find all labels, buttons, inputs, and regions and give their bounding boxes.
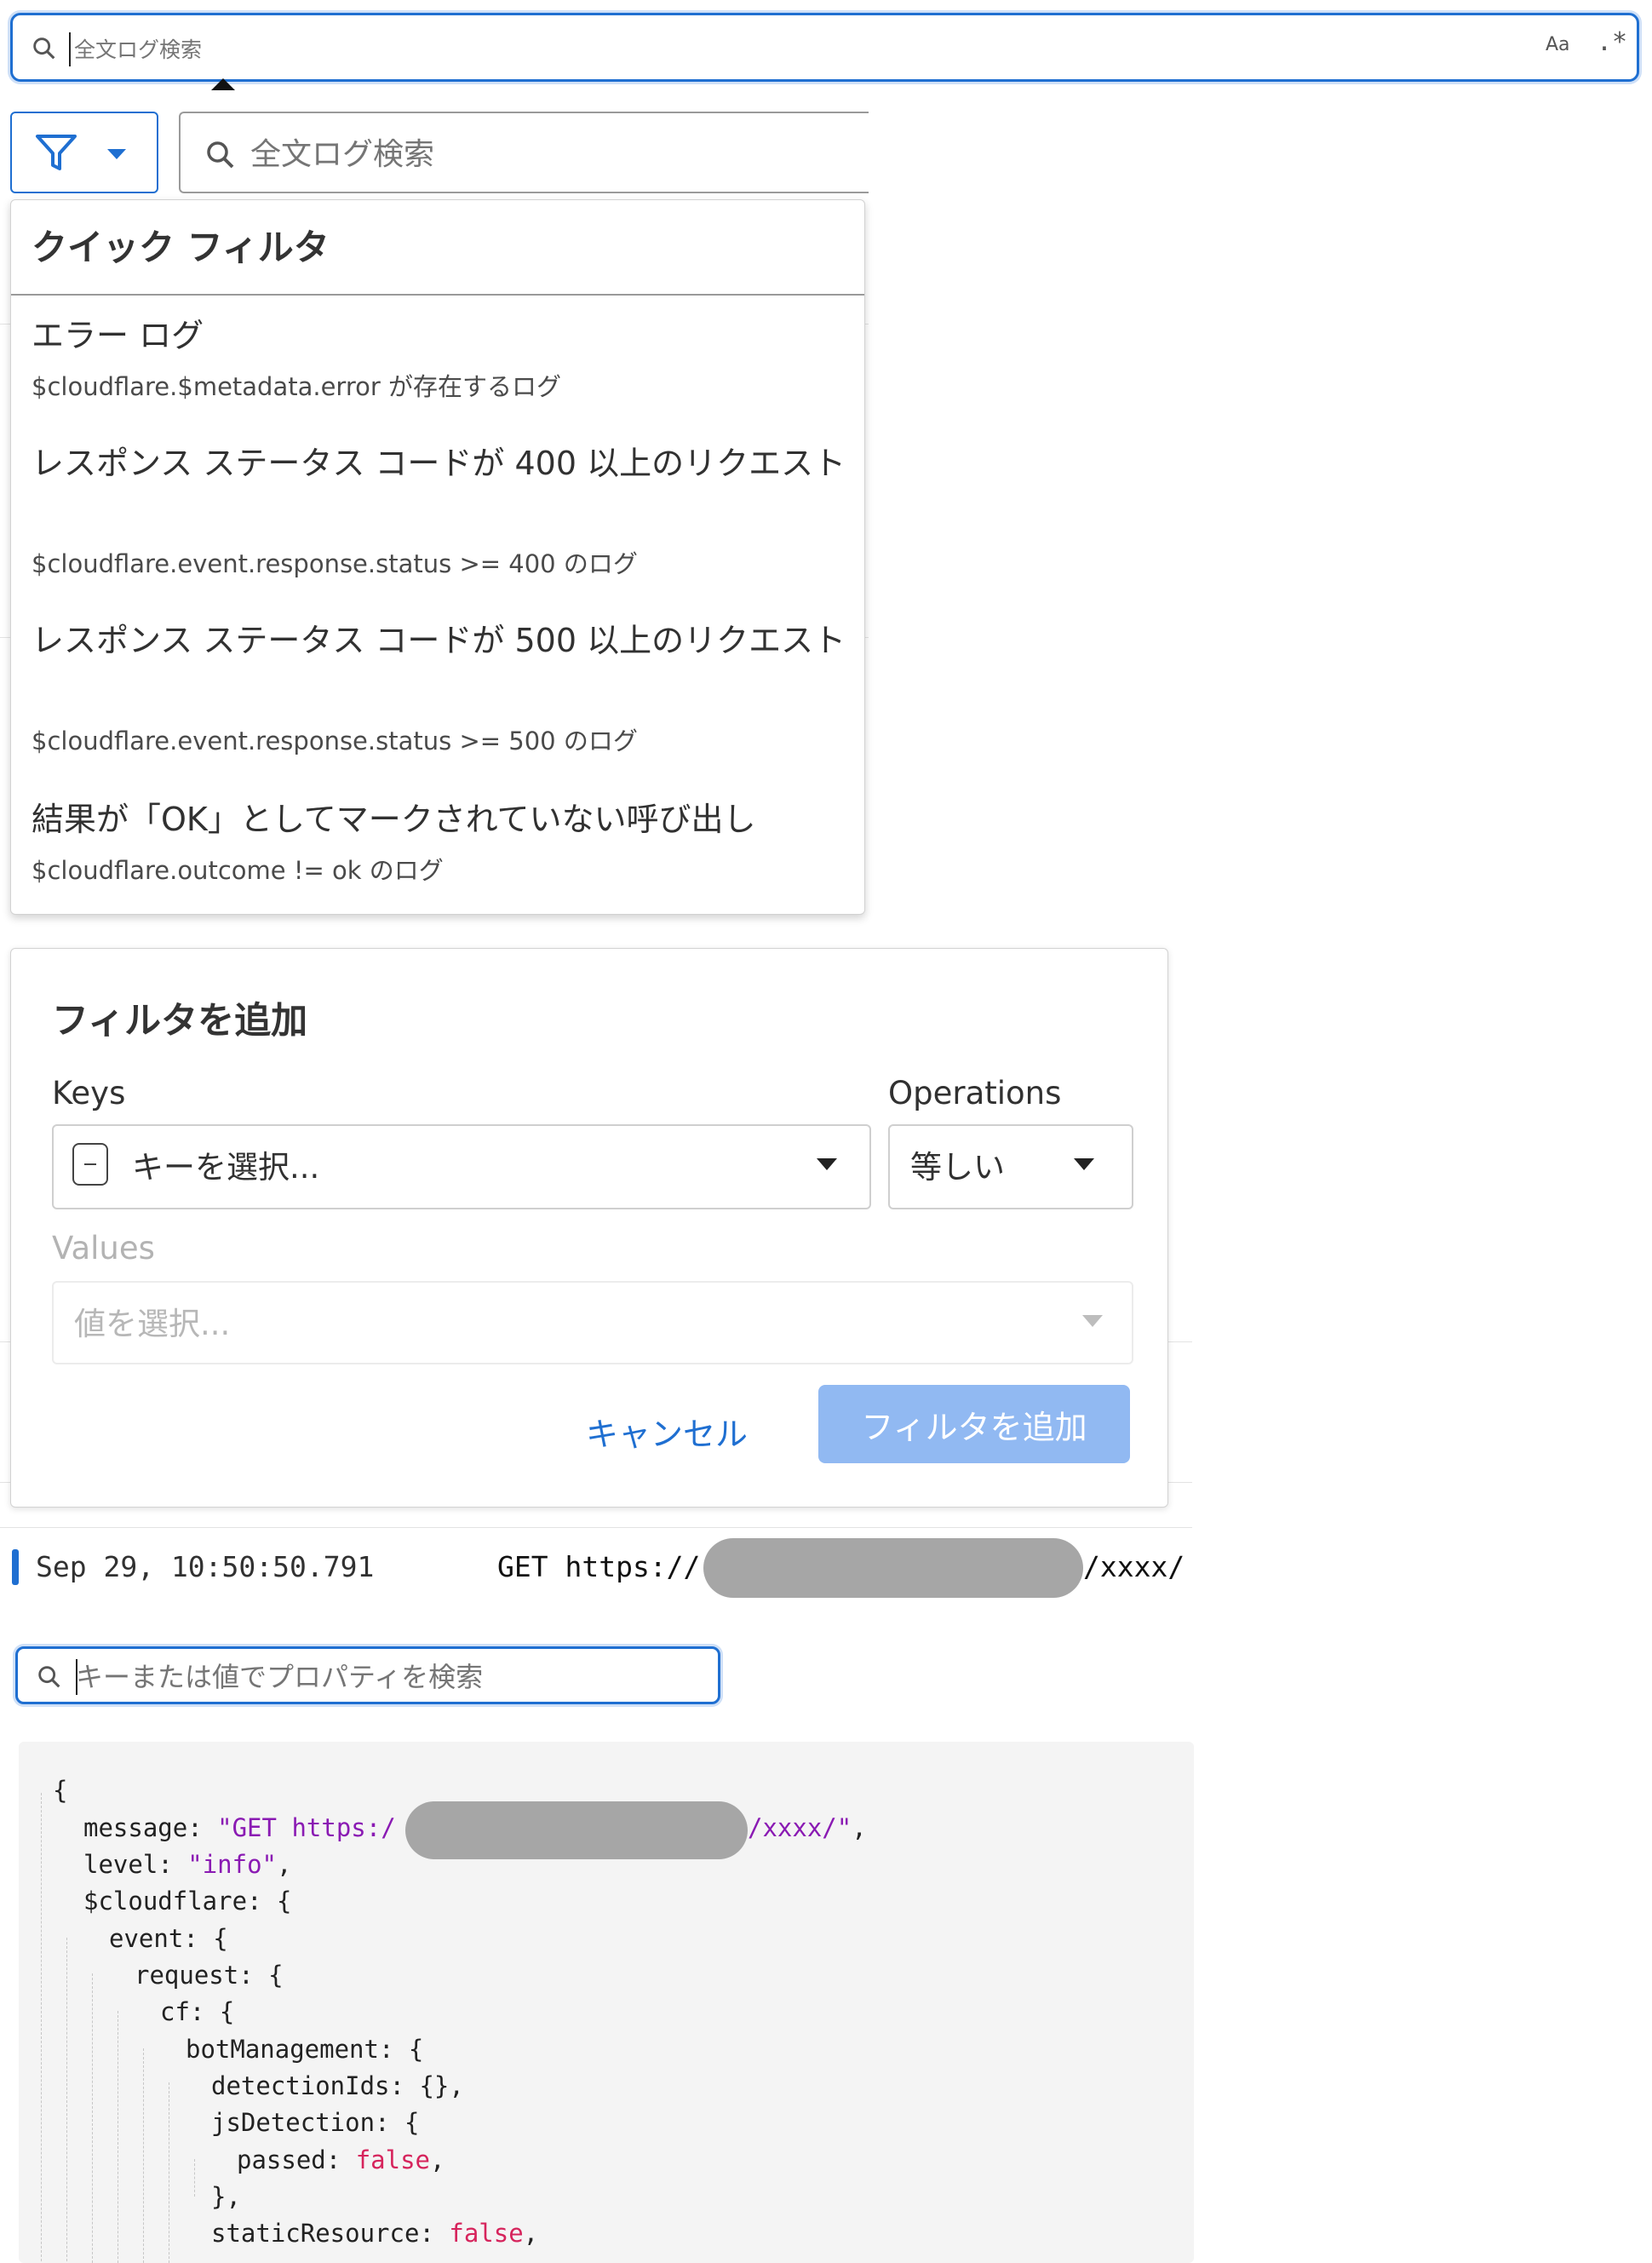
json-viewer: { message: "GET https:/ /xxxx/", level: … <box>19 1742 1194 2263</box>
json-key: jsDetection <box>211 2108 376 2137</box>
search-icon <box>38 1666 60 1688</box>
value-select[interactable]: 値を選択... <box>52 1281 1133 1364</box>
json-key: $cloudflare <box>83 1887 248 1916</box>
json-line: }, <box>211 2182 241 2211</box>
operation-select-value: 等しい <box>910 1149 1005 1186</box>
json-line: passed: false, <box>237 2145 445 2174</box>
key-select-placeholder: キーを選択... <box>132 1149 320 1186</box>
quick-filter-header: クイック フィルタ <box>32 227 330 268</box>
add-filter-title: フィルタを追加 <box>52 1000 308 1042</box>
json-key: cf <box>160 1997 190 2026</box>
log-search-input[interactable] <box>249 129 848 180</box>
tooltip-pointer <box>211 78 235 90</box>
search-icon <box>207 141 234 169</box>
json-line: botManagement: { <box>186 2035 424 2064</box>
quick-filter-item-desc: $cloudflare.$metadata.error が存在するログ <box>32 372 562 401</box>
text-cursor <box>69 32 71 66</box>
json-line: staticResource: false, <box>211 2219 539 2248</box>
add-filter-panel: フィルタを追加 Keys キーを選択... Operations 等しい Val… <box>10 948 1168 1508</box>
log-request-prefix: GET https:// <box>497 1550 701 1583</box>
json-object: {} <box>419 2071 450 2100</box>
json-line: cf: { <box>160 1997 235 2026</box>
json-brace: }, <box>211 2182 241 2211</box>
quick-filter-item-desc: $cloudflare.event.response.status >= 500… <box>32 727 638 755</box>
text-cursor <box>76 1659 77 1695</box>
funnel-icon <box>36 135 77 170</box>
cancel-button[interactable]: キャンセル <box>573 1392 760 1470</box>
indent-guide <box>66 1938 68 2263</box>
values-label: Values <box>52 1230 155 1266</box>
quick-filter-item-title: 結果が「OK」としてマークされていない呼び出し <box>32 801 756 838</box>
chevron-down-icon <box>817 1158 837 1170</box>
caret-down-icon <box>107 149 126 159</box>
indent-guide <box>169 2082 170 2263</box>
json-line: { <box>53 1776 67 1805</box>
indent-guide <box>92 1973 94 2263</box>
json-boolean: false <box>355 2145 430 2174</box>
quick-filter-item-desc: $cloudflare.outcome != ok のログ <box>32 856 444 885</box>
global-search-bar[interactable]: Aa .* <box>10 13 1639 82</box>
json-boolean: false <box>449 2219 524 2248</box>
json-line: message: "GET https:/ <box>83 1813 396 1842</box>
property-search-bar[interactable] <box>15 1646 720 1704</box>
quick-filter-item-desc: $cloudflare.event.response.status >= 400… <box>32 549 638 578</box>
redacted-hostname <box>405 1801 748 1859</box>
key-select[interactable]: キーを選択... <box>52 1124 871 1209</box>
indent-guide <box>194 2159 196 2197</box>
json-key: event <box>109 1924 184 1953</box>
json-line: detectionIds: {}, <box>211 2071 464 2100</box>
json-key: detectionIds <box>211 2071 390 2100</box>
json-key: staticResource <box>211 2219 420 2248</box>
filter-dropdown-button[interactable] <box>10 112 158 193</box>
operation-select[interactable]: 等しい <box>888 1124 1133 1209</box>
json-line: $cloudflare: { <box>83 1887 292 1916</box>
json-key: request <box>135 1961 239 1990</box>
indent-guide <box>143 2048 145 2263</box>
log-timestamp: Sep 29, 10:50:50.791 <box>36 1550 375 1583</box>
key-type-icon <box>72 1143 108 1186</box>
operations-label: Operations <box>888 1075 1062 1111</box>
log-request-suffix: /xxxx/ <box>1083 1550 1185 1583</box>
chevron-down-icon <box>1082 1315 1103 1327</box>
log-row[interactable]: Sep 29, 10:50:50.791 GET https:// /xxxx/ <box>0 1527 1192 1609</box>
divider <box>11 294 864 296</box>
indent-guide <box>118 2011 119 2263</box>
json-line: request: { <box>135 1961 284 1990</box>
json-string: "GET https:/ <box>217 1813 396 1842</box>
json-line: jsDetection: { <box>211 2108 420 2137</box>
json-string: /xxxx/" <box>748 1813 852 1842</box>
chevron-down-icon <box>1074 1158 1094 1170</box>
value-select-placeholder: 値を選択... <box>74 1306 231 1342</box>
json-key: passed <box>237 2145 326 2174</box>
match-case-toggle[interactable]: Aa <box>1546 34 1570 55</box>
log-search-bar[interactable] <box>179 112 869 193</box>
keys-label: Keys <box>52 1075 126 1111</box>
quick-filter-item-title: エラー ログ <box>32 317 204 354</box>
regex-toggle[interactable]: .* <box>1597 27 1627 57</box>
search-icon <box>33 37 55 60</box>
json-string: "info" <box>187 1850 277 1879</box>
json-line: level: "info", <box>83 1850 292 1879</box>
json-key: botManagement <box>186 2035 379 2064</box>
global-search-input[interactable] <box>72 27 1438 72</box>
json-key: level <box>83 1850 158 1879</box>
json-line: /xxxx/", <box>748 1813 867 1842</box>
json-key: message <box>83 1813 188 1842</box>
quick-filter-item-title: レスポンス ステータス コードが 500 以上のリクエスト <box>32 622 846 659</box>
quick-filter-menu: クイック フィルタ エラー ログ $cloudflare.$metadata.e… <box>10 199 865 915</box>
json-brace: { <box>53 1776 68 1805</box>
indent-guide <box>41 1793 43 2263</box>
add-filter-button[interactable]: フィルタを追加 <box>818 1385 1130 1463</box>
log-level-indicator <box>12 1549 19 1585</box>
quick-filter-item-title: レスポンス ステータス コードが 400 以上のリクエスト <box>32 445 846 482</box>
redacted-hostname <box>703 1538 1083 1598</box>
property-search-input[interactable] <box>74 1656 708 1698</box>
json-line: event: { <box>109 1924 228 1953</box>
